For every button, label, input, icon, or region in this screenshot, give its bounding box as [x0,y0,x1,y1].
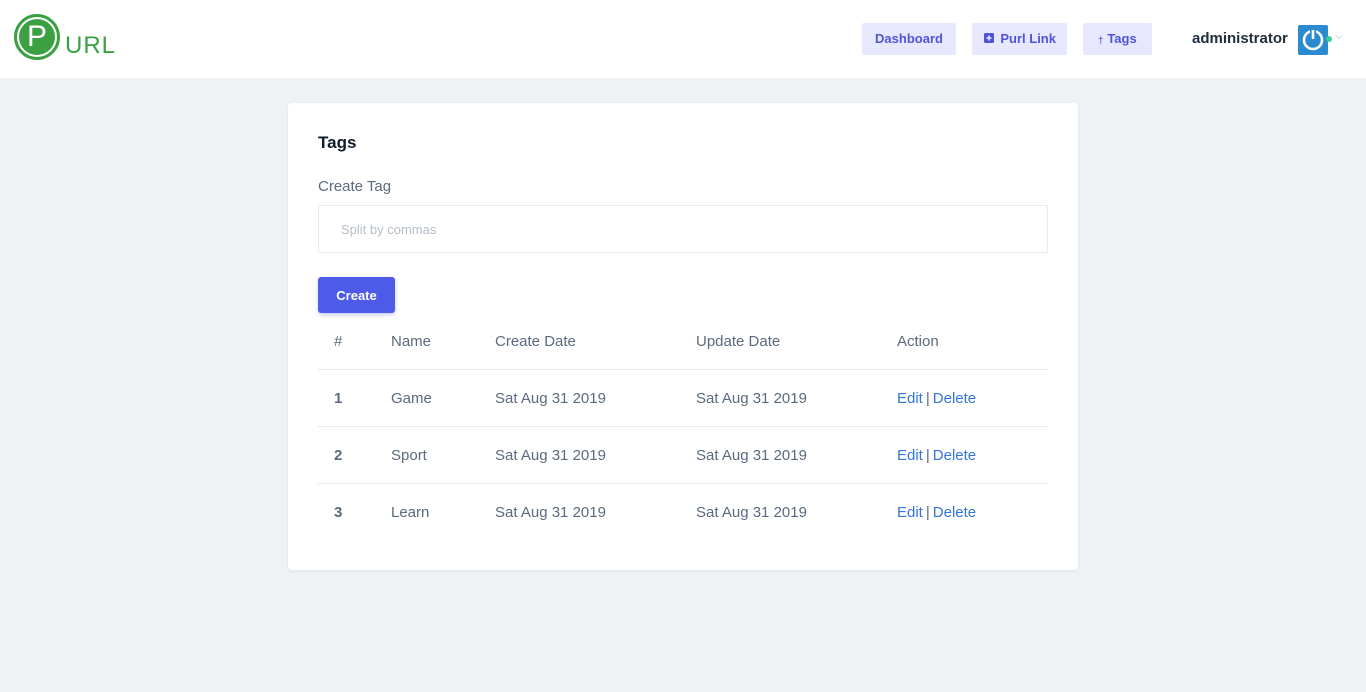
top-navbar: P URL Dashboard Purl Link † Tags administ… [0,0,1366,78]
tag-icon: † [1098,35,1104,45]
action-separator: | [925,503,930,521]
edit-link[interactable]: Edit [897,390,923,407]
purl-logo-icon: P [14,14,60,60]
header-create-date: Create Date [495,313,696,370]
delete-link[interactable]: Delete [933,390,976,407]
row-create-date: Sat Aug 31 2019 [495,426,696,484]
table-header-row: # Name Create Date Update Date Action [318,313,1048,370]
page-title: Tags [318,133,357,152]
tags-card: Tags Create Tag Create # Name Create Dat… [288,103,1078,570]
delete-link[interactable]: Delete [933,504,976,521]
logo-text: URL [65,32,117,59]
header-number: # [318,313,391,370]
tags-table: # Name Create Date Update Date Action 1 … [318,313,1048,540]
row-number: 3 [334,503,343,521]
nav-purl-link-button[interactable]: Purl Link [972,23,1067,55]
nav-tags-button[interactable]: † Tags [1083,23,1152,55]
header-action: Action [897,313,1048,370]
row-create-date: Sat Aug 31 2019 [495,503,606,521]
header-name: Name [391,313,495,370]
nav-dashboard-label: Dashboard [875,31,943,46]
header-update-date: Update Date [696,313,897,370]
avatar[interactable] [1298,25,1328,55]
nav-purl-link-label: Purl Link [1000,31,1056,46]
add-link-icon [983,32,998,46]
row-update-date: Sat Aug 31 2019 [696,369,897,427]
user-name[interactable]: administrator [1192,30,1288,47]
row-number: 2 [318,426,391,484]
tag-input[interactable] [318,205,1048,253]
nav-tags-label: Tags [1107,31,1137,46]
row-name: Learn [391,503,430,521]
action-separator: | [925,446,930,464]
table-row: 1 Game Sat Aug 31 2019 Sat Aug 31 2019 E… [318,369,1048,427]
table-row: 2 Sport Sat Aug 31 2019 Sat Aug 31 2019 … [318,426,1048,484]
create-tag-label: Create Tag [318,178,392,195]
row-update-date: Sat Aug 31 2019 [696,426,897,484]
table-row: 3 Learn Sat Aug 31 2019 Sat Aug 31 2019 … [318,484,1048,541]
logo-letter: P [19,19,55,55]
delete-link[interactable]: Delete [933,447,976,464]
row-name: Game [391,369,495,427]
row-actions: Edit | Delete [897,426,1048,484]
edit-link[interactable]: Edit [897,447,923,464]
chevron-down-icon[interactable]: ⌵ [1335,30,1343,43]
edit-link[interactable]: Edit [897,504,923,521]
row-actions: Edit | Delete [897,484,1048,541]
power-icon [1302,29,1324,51]
row-number: 1 [318,369,391,427]
create-button[interactable]: Create [318,277,395,313]
action-separator: | [925,389,930,407]
nav-dashboard-button[interactable]: Dashboard [862,23,956,55]
row-create-date: Sat Aug 31 2019 [495,369,696,427]
row-actions: Edit | Delete [897,369,1048,427]
row-update-date: Sat Aug 31 2019 [696,503,807,521]
row-name: Sport [391,426,495,484]
online-status-dot [1326,36,1332,42]
